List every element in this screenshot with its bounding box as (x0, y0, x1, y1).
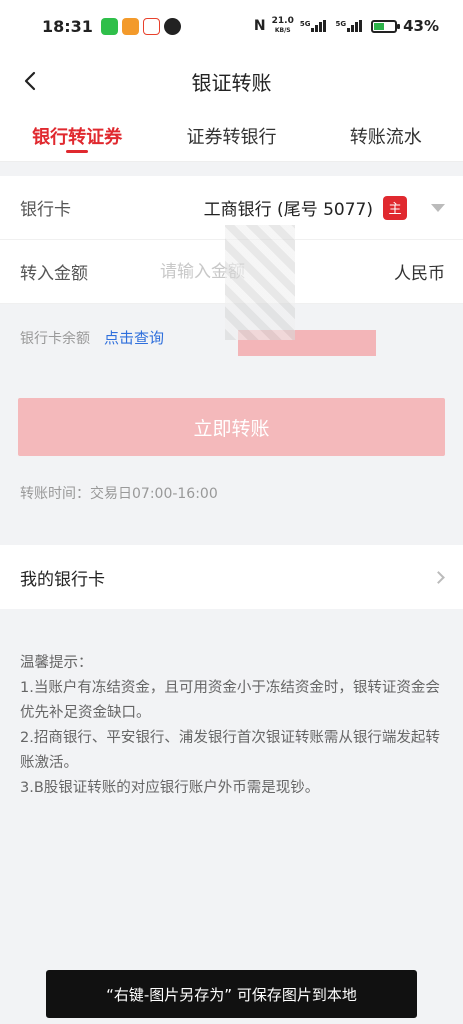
query-balance-link[interactable]: 点击查询 (104, 327, 164, 348)
dropdown-caret-icon (431, 203, 445, 212)
signal-icon-2: 5G (335, 20, 365, 32)
battery-icon (371, 19, 401, 33)
back-button[interactable] (14, 64, 48, 98)
tip-item: 2.招商银行、平安银行、浦发银行首次银证转账需从银行端发起转账激活。 (20, 730, 440, 771)
battery-percent: 43% (403, 17, 439, 35)
nav-bar: 银证转账 (0, 52, 463, 110)
tab-bar: 银行转证券 证券转银行 转账流水 (0, 110, 463, 162)
app-orange-icon (121, 17, 139, 35)
chevron-right-icon (432, 570, 445, 584)
my-bank-cards-row[interactable]: 我的银行卡 (0, 545, 463, 609)
notification-icons (100, 17, 181, 35)
tab-securities-to-bank[interactable]: 证券转银行 (154, 110, 308, 161)
tip-item: 1.当账户有冻结资金，且可用资金小于冻结资金时，银转证资金会优先补足资金缺口。 (20, 680, 440, 721)
tab-bank-to-securities[interactable]: 银行转证券 (0, 110, 154, 161)
tip-item: 3.B股银证转账的对应银行账户外币需是现钞。 (20, 780, 320, 796)
transfer-now-button[interactable]: 立即转账 (18, 398, 445, 456)
transfer-time-note: 转账时间：交易日07:00-16:00 (20, 486, 218, 502)
my-bank-cards-label: 我的银行卡 (20, 569, 105, 590)
currency-label: 人民币 (394, 264, 445, 284)
penguin-icon (163, 17, 181, 35)
bank-card-selector[interactable]: 工商银行 (尾号 5077) 主 (150, 195, 445, 220)
amount-label: 转入金额 (20, 264, 88, 284)
tab-transfer-history[interactable]: 转账流水 (309, 110, 463, 161)
page-title: 银证转账 (191, 70, 272, 95)
nfc-icon: N (253, 18, 266, 34)
balance-label: 银行卡余额 (20, 330, 90, 347)
redaction-mosaic-2 (225, 225, 295, 340)
signal-icon: 5G (300, 20, 330, 32)
save-image-toast: “右键-图片另存为” 可保存图片到本地 (46, 970, 417, 1018)
bank-card-value: 工商银行 (尾号 5077) (203, 200, 373, 220)
main-card-badge: 主 (383, 195, 407, 220)
balance-line: 银行卡余额 点击查询 (20, 327, 164, 348)
tips-section: 温馨提示： 1.当账户有冻结资金，且可用资金小于冻结资金时，银转证资金会优先补足… (20, 651, 445, 801)
bank-card-label: 银行卡 (20, 200, 71, 220)
weibo-icon (142, 17, 160, 35)
status-time: 18:31 (42, 16, 93, 36)
net-speed: 21.0 KB/S (271, 16, 294, 35)
system-status: N 21.0 KB/S 5G 5G 43% (253, 16, 439, 36)
status-bar: 18:31 N 21.0 KB/S 5G 5G 43% (0, 0, 463, 52)
chevron-left-icon (24, 71, 36, 91)
tips-title: 温馨提示： (20, 655, 93, 671)
wechat-icon (100, 17, 118, 35)
